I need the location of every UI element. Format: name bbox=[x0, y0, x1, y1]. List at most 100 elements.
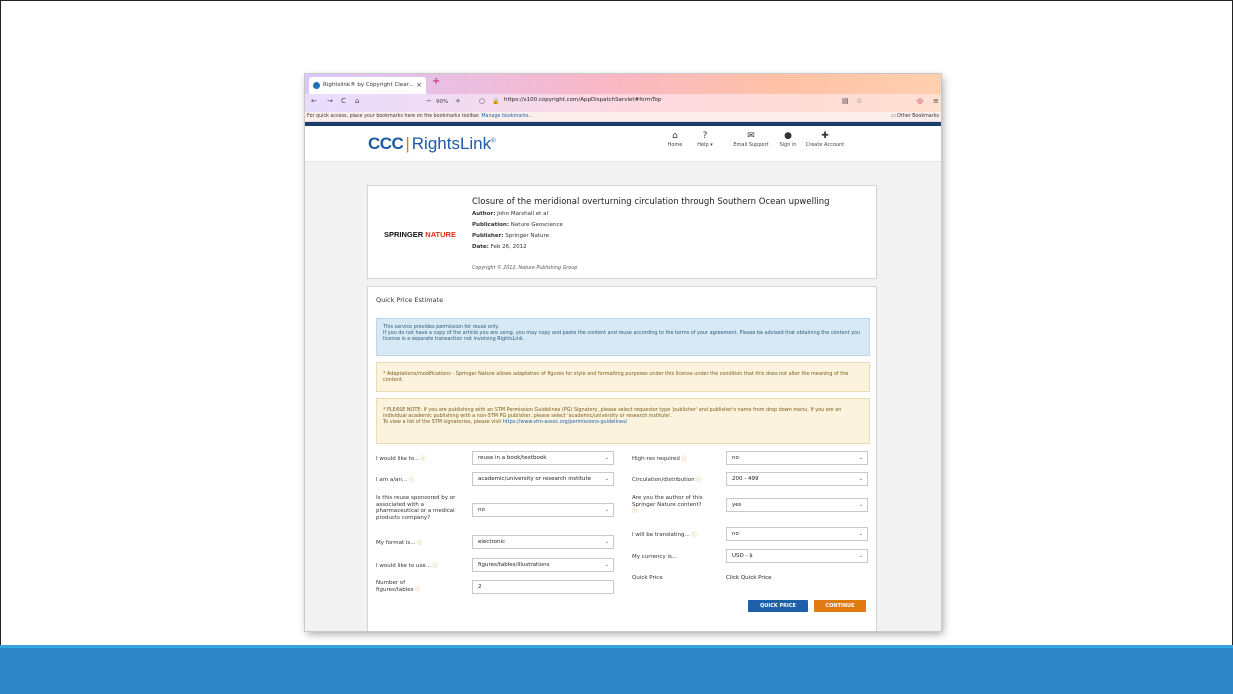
tab-title: Rightslink® by Copyright Clear... bbox=[323, 82, 414, 88]
zoom-out-icon[interactable]: − bbox=[426, 97, 432, 105]
logo-registered: ® bbox=[491, 138, 496, 145]
zoom-in-icon[interactable]: + bbox=[455, 97, 461, 105]
translating-label-text: I will be translating... bbox=[632, 532, 690, 538]
other-bookmarks-label: Other Bookmarks bbox=[897, 114, 939, 119]
author-select[interactable]: yes ⌄ bbox=[726, 498, 868, 512]
translating-value: no bbox=[732, 531, 739, 537]
use-value: figures/tables/illustrations bbox=[478, 562, 550, 568]
high-res-select[interactable]: no ⌄ bbox=[726, 451, 868, 465]
nav-create-account-label: Create Account bbox=[805, 142, 845, 148]
chevron-down-icon: ⌄ bbox=[858, 502, 863, 508]
format-label-text: My format is... bbox=[376, 540, 416, 546]
bookmarks-toolbar: For quick access, place your bookmarks h… bbox=[305, 112, 941, 122]
nav-sign-in[interactable]: ● Sign in bbox=[778, 130, 798, 148]
sponsored-select[interactable]: no ⌄ bbox=[472, 503, 614, 517]
info-icon[interactable]: ⓘ bbox=[415, 587, 420, 593]
chevron-down-icon: ⌄ bbox=[604, 476, 609, 482]
nav-help[interactable]: ? Help ▾ bbox=[693, 130, 717, 148]
nav-sign-in-label: Sign in bbox=[779, 142, 797, 148]
info-icon[interactable]: ⓘ bbox=[692, 532, 697, 538]
circulation-select[interactable]: 200 - 499 ⌄ bbox=[726, 472, 868, 486]
bookmark-star-icon[interactable]: ☆ bbox=[856, 97, 862, 105]
info-icon[interactable]: ⓘ bbox=[696, 477, 701, 483]
section-title: Quick Price Estimate bbox=[376, 296, 444, 304]
menu-icon[interactable]: ≡ bbox=[933, 97, 939, 105]
article-card: SPRINGER NATURE Closure of the meridiona… bbox=[367, 185, 877, 279]
info-icon[interactable]: ⓘ bbox=[417, 540, 422, 546]
chevron-down-icon: ⌄ bbox=[604, 455, 609, 461]
quick-price-estimate-card: Quick Price Estimate This service provid… bbox=[367, 286, 877, 631]
nav-create-account[interactable]: ✚ Create Account bbox=[805, 130, 845, 148]
logo-name: RightsLink bbox=[411, 134, 492, 153]
other-bookmarks[interactable]: ▭ Other Bookmarks bbox=[891, 112, 939, 122]
would-like-to-value: reuse in a book/textbook bbox=[478, 455, 547, 461]
use-select[interactable]: figures/tables/illustrations ⌄ bbox=[472, 558, 614, 572]
browser-tab[interactable]: Rightslink® by Copyright Clear... × bbox=[309, 77, 426, 94]
chevron-down-icon: ⌄ bbox=[858, 553, 863, 559]
rightslink-header: CCC | RightsLink® ⌂ Home ? Help ▾ ✉ Email … bbox=[305, 126, 941, 162]
date-label: Date: bbox=[472, 244, 489, 250]
circulation-label-text: Circulation/distribution bbox=[632, 477, 695, 483]
reader-icon[interactable]: ▤ bbox=[842, 97, 849, 105]
author-select-value: yes bbox=[732, 502, 742, 508]
use-label: I would like to use... ⓘ bbox=[376, 563, 466, 570]
info-icon[interactable]: ⓘ bbox=[632, 508, 637, 514]
nav-home[interactable]: ⌂ Home bbox=[665, 130, 685, 148]
manage-bookmarks-link[interactable]: Manage bookmarks... bbox=[481, 114, 533, 119]
lock-icon[interactable]: 🔒 bbox=[492, 98, 499, 105]
email-icon: ✉ bbox=[747, 131, 755, 141]
would-like-to-select[interactable]: reuse in a book/textbook ⌄ bbox=[472, 451, 614, 465]
springer-nature-logo: SPRINGER NATURE bbox=[384, 230, 456, 239]
browser-navbar: ← → C ⌂ − 90% + ○ 🔒 https://s100.copyrig… bbox=[305, 94, 941, 112]
slide-frame: Rightslink® by Copyright Clear... × + ← … bbox=[0, 0, 1233, 694]
zoom-level: 90% bbox=[436, 99, 449, 105]
circulation-value: 200 - 499 bbox=[732, 476, 759, 482]
slide-footer-bar bbox=[0, 645, 1233, 694]
quick-price-value: Click Quick Price bbox=[726, 575, 772, 581]
info-icon[interactable]: ⓘ bbox=[409, 477, 414, 483]
format-select[interactable]: electronic ⌄ bbox=[472, 535, 614, 549]
translating-label: I will be translating... ⓘ bbox=[632, 532, 724, 539]
tab-close-icon[interactable]: × bbox=[416, 77, 422, 94]
currency-label: My currency is... bbox=[632, 554, 678, 560]
format-value: electronic bbox=[478, 539, 506, 545]
article-copyright: Copyright © 2012, Nature Publishing Grou… bbox=[472, 266, 578, 271]
info-icon[interactable]: ⓘ bbox=[433, 563, 438, 569]
stm-guidelines-link[interactable]: https://www.stm-assoc.org/permissions-gu… bbox=[503, 419, 627, 425]
continue-button[interactable]: CONTINUE bbox=[814, 600, 866, 612]
chevron-down-icon: ⌄ bbox=[604, 539, 609, 545]
logo-ccc: CCC bbox=[368, 134, 404, 153]
author-label: Author: bbox=[472, 211, 496, 217]
number-label: Number of figures/tables ⓘ bbox=[376, 580, 436, 593]
currency-select[interactable]: USD - $ ⌄ bbox=[726, 549, 868, 563]
logo-nature: NATURE bbox=[425, 230, 456, 239]
rightslink-favicon-icon bbox=[313, 82, 320, 89]
info-icon[interactable]: ⓘ bbox=[682, 456, 687, 462]
pocket-icon[interactable]: ◎ bbox=[917, 97, 923, 105]
i-am-select[interactable]: academic/university or research institut… bbox=[472, 472, 614, 486]
would-like-to-label: I would like to... ⓘ bbox=[376, 456, 466, 463]
quick-price-button[interactable]: QUICK PRICE bbox=[748, 600, 808, 612]
new-tab-icon[interactable]: + bbox=[432, 76, 440, 87]
reuse-notice: This service provides permission for reu… bbox=[376, 318, 870, 356]
number-input[interactable]: 2 bbox=[472, 580, 614, 594]
home-nav-icon: ⌂ bbox=[672, 131, 678, 141]
url-bar[interactable]: https://s100.copyright.com/AppDispatchSe… bbox=[504, 97, 661, 103]
rightslink-logo[interactable]: CCC | RightsLink® bbox=[368, 134, 496, 154]
back-icon[interactable]: ← bbox=[311, 97, 317, 105]
home-icon[interactable]: ⌂ bbox=[355, 97, 359, 105]
shield-icon[interactable]: ○ bbox=[479, 97, 485, 105]
would-like-to-label-text: I would like to... bbox=[376, 456, 420, 462]
forward-icon[interactable]: → bbox=[327, 97, 333, 105]
publication-value: Nature Geoscience bbox=[510, 222, 563, 228]
adaptations-text: Adaptations/modifications - Springer Nat… bbox=[383, 371, 849, 384]
page-content: SPRINGER NATURE Closure of the meridiona… bbox=[305, 162, 941, 631]
translating-select[interactable]: no ⌄ bbox=[726, 527, 868, 541]
reload-icon[interactable]: C bbox=[341, 97, 346, 105]
nav-email-support[interactable]: ✉ Email Support bbox=[729, 130, 773, 148]
info-icon[interactable]: ⓘ bbox=[421, 456, 426, 462]
chevron-down-icon: ⌄ bbox=[858, 476, 863, 482]
logo-springer: SPRINGER bbox=[384, 230, 424, 239]
high-res-label-text: High-res required bbox=[632, 456, 680, 462]
article-publisher: Publisher: Springer Nature bbox=[472, 233, 549, 239]
